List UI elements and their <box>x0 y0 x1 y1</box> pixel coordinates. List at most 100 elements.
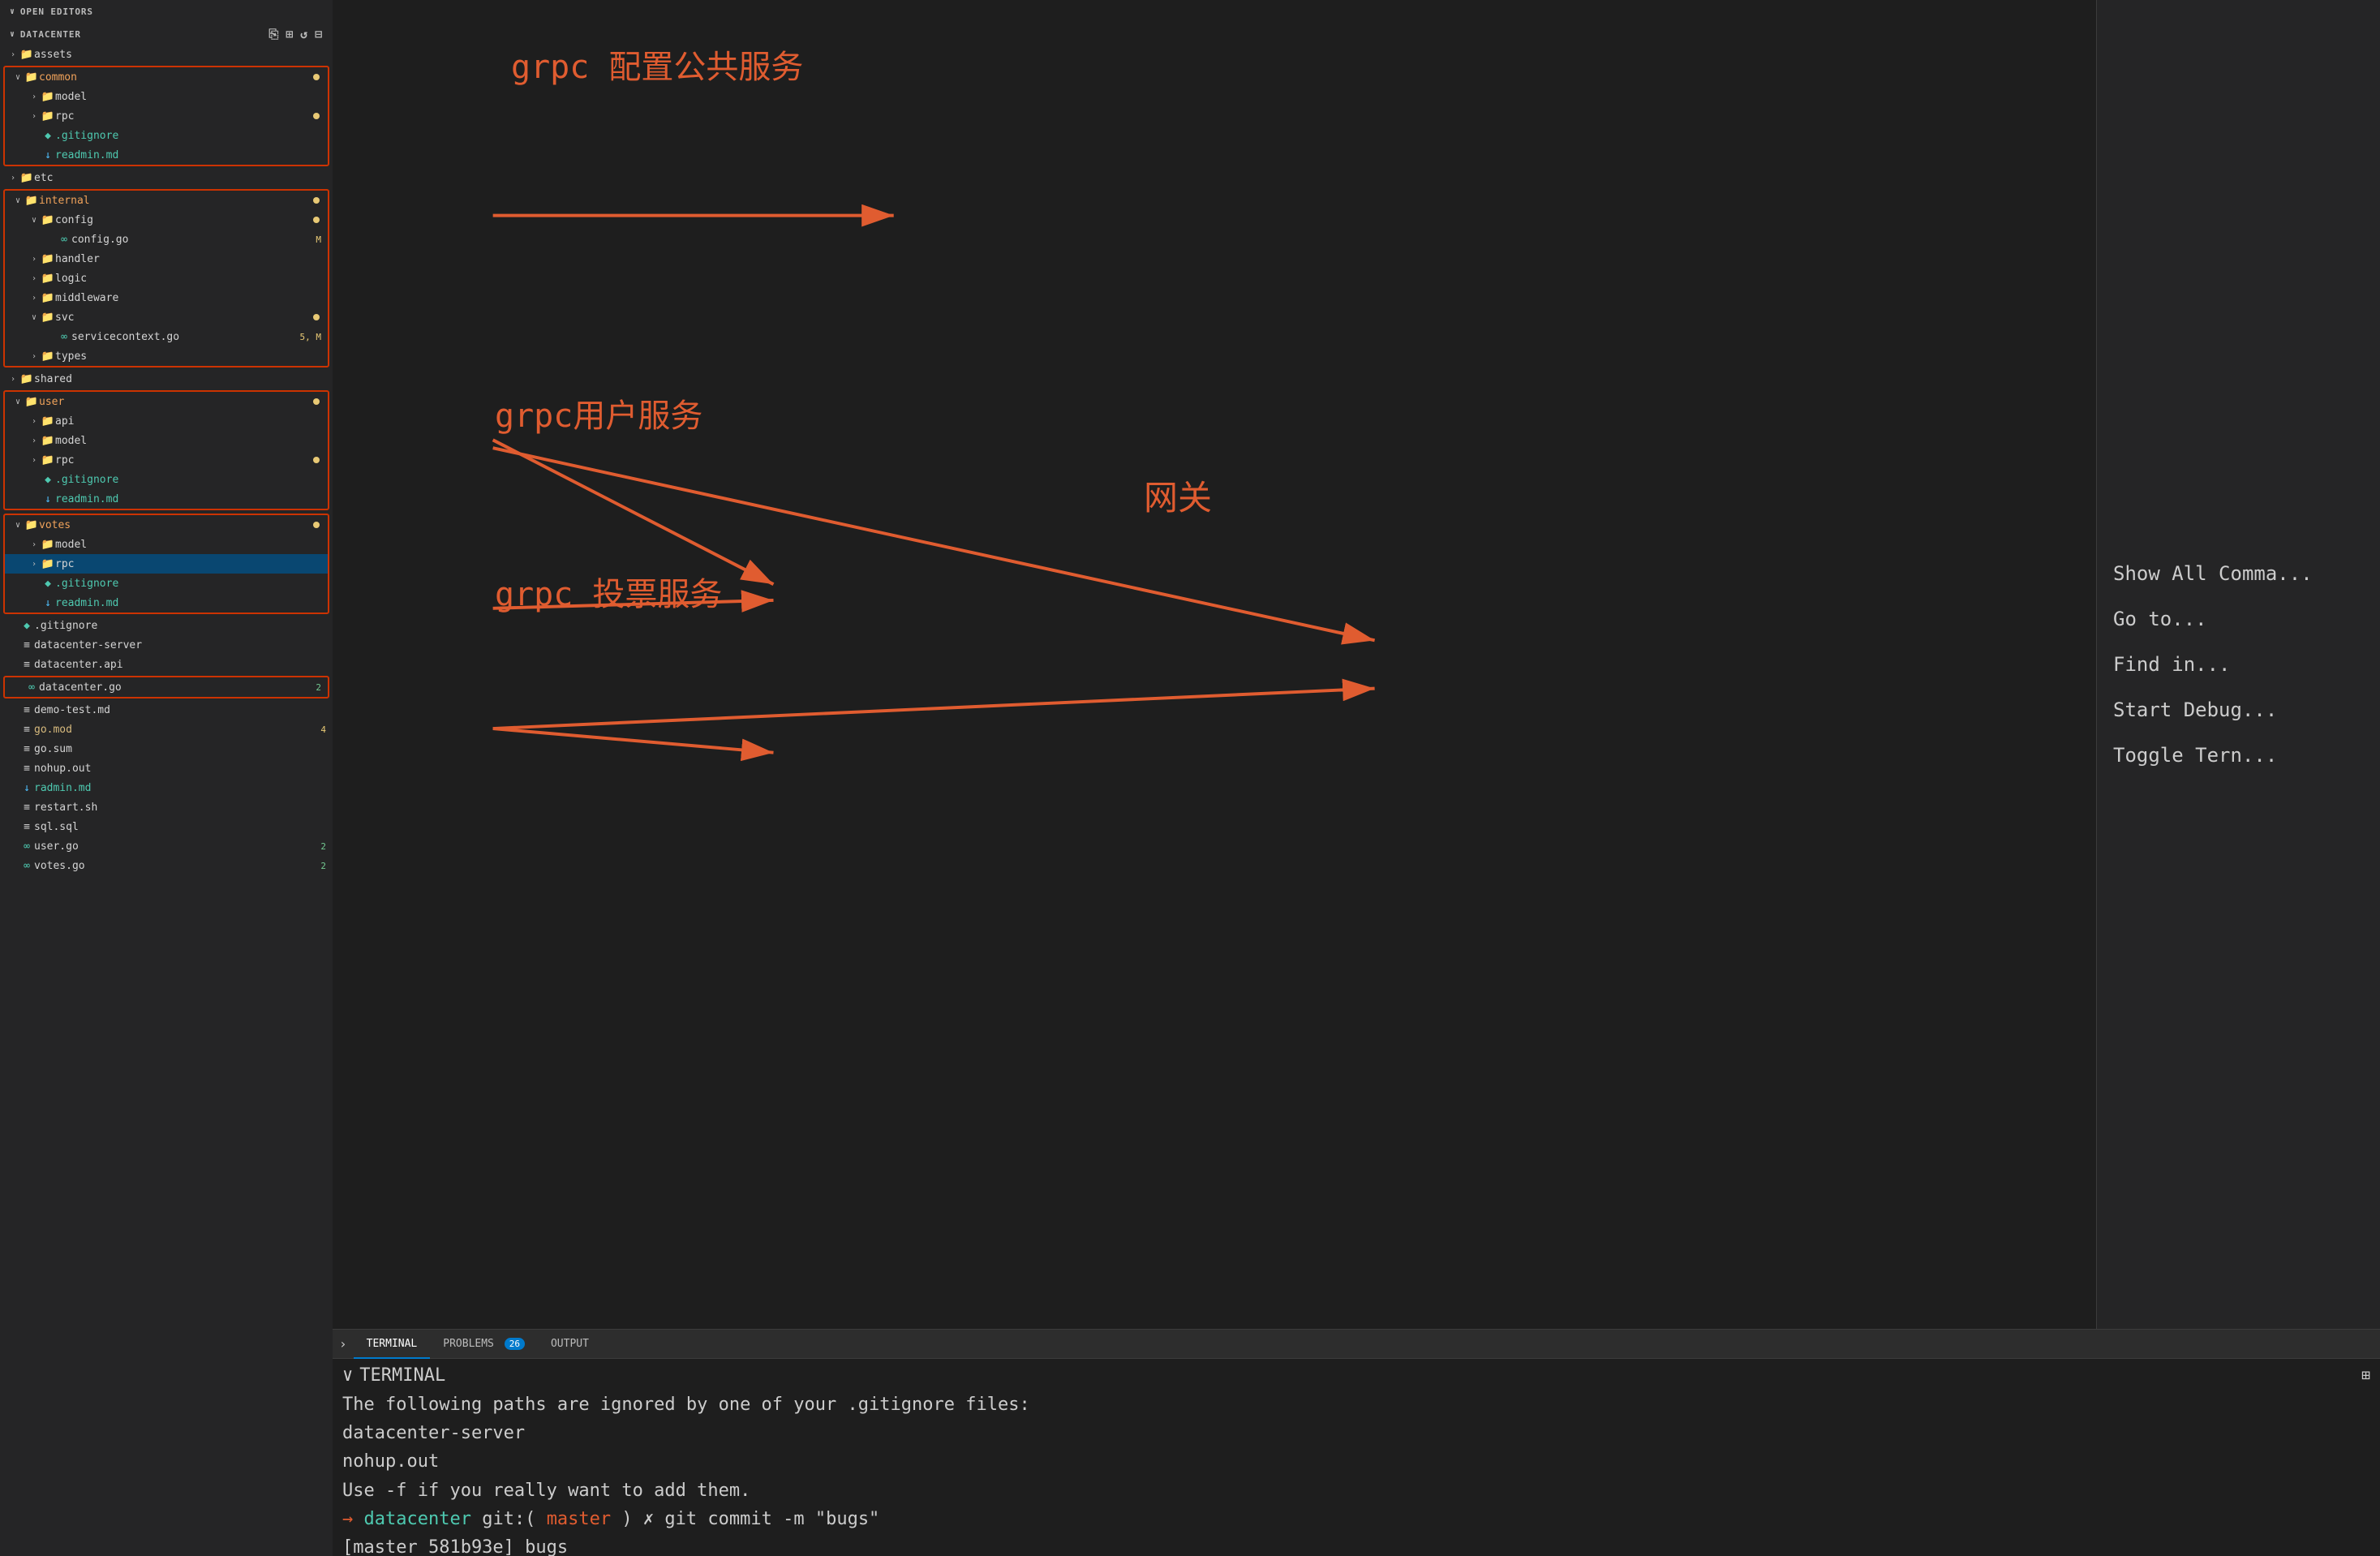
go-icon-user: ∞ <box>19 840 34 853</box>
open-editors-chevron: ∨ <box>10 7 15 16</box>
tree-item-readmin-user[interactable]: ↓ readmin.md <box>5 489 328 509</box>
chevron-votes: ∨ <box>11 521 24 530</box>
annotation-gateway: 网关 <box>1144 471 1212 520</box>
tree-item-datacenter-api[interactable]: ≡ datacenter.api <box>0 655 333 674</box>
readmin-icon-user: ↓ <box>41 493 55 505</box>
tree-item-middleware[interactable]: › 📁 middleware <box>5 288 328 307</box>
tree-item-config-go[interactable]: ∞ config.go M <box>5 230 328 249</box>
chevron-shared: › <box>6 375 19 384</box>
new-file-icon[interactable]: ⎘ <box>269 27 279 41</box>
tree-item-rpc-votes[interactable]: › 📁 rpc <box>5 554 328 574</box>
label-votes-go: votes.go <box>34 860 320 872</box>
tree-item-rpc[interactable]: › 📁 rpc <box>5 106 328 126</box>
dot-user <box>313 398 320 405</box>
sidebar: ∨ OPEN EDITORS ∨ DATACENTER ⎘ ⊞ ↺ ⊟ › 📁 … <box>0 0 333 1556</box>
tree-item-votes-go[interactable]: ∞ votes.go 2 <box>0 856 333 875</box>
chevron-rpc: › <box>28 112 41 121</box>
expand-terminal-icon[interactable]: › <box>339 1336 347 1352</box>
tree-item-api-user[interactable]: › 📁 api <box>5 411 328 431</box>
label-gitignore-votes: .gitignore <box>55 578 328 590</box>
new-folder-icon[interactable]: ⊞ <box>286 27 294 41</box>
right-menu-show-all[interactable]: Show All Comma... <box>2105 557 2372 590</box>
tree-item-go-mod[interactable]: ≡ go.mod 4 <box>0 720 333 739</box>
tree-item-common[interactable]: ∨ 📁 common <box>5 67 328 87</box>
tree-item-restart-sh[interactable]: ≡ restart.sh <box>0 797 333 817</box>
tree-item-readmin-votes[interactable]: ↓ readmin.md <box>5 593 328 613</box>
collapse-icon[interactable]: ⊟ <box>315 27 323 41</box>
right-menu-debug[interactable]: Start Debug... <box>2105 694 2372 726</box>
badge-go-mod: 4 <box>320 724 326 735</box>
chevron-config: ∨ <box>28 216 41 225</box>
tab-problems[interactable]: PROBLEMS 26 <box>430 1330 538 1359</box>
tree-item-config[interactable]: ∨ 📁 config <box>5 210 328 230</box>
tree-item-demo-test-md[interactable]: ≡ demo-test.md <box>0 700 333 720</box>
tree-item-radmin-md[interactable]: ↓ radmin.md <box>0 778 333 797</box>
datacenter-header[interactable]: ∨ DATACENTER ⎘ ⊞ ↺ ⊟ <box>0 20 333 45</box>
tree-item-votes[interactable]: ∨ 📁 votes <box>5 515 328 535</box>
tree-item-nohup[interactable]: ≡ nohup.out <box>0 759 333 778</box>
terminal-line-6: [master 581b93e] bugs <box>342 1533 2370 1556</box>
tree-item-sql-sql[interactable]: ≡ sql.sql <box>0 817 333 836</box>
label-model: model <box>55 91 328 103</box>
label-nohup: nohup.out <box>34 763 333 775</box>
label-datacenter-server: datacenter-server <box>34 639 333 651</box>
folder-icon-types: 📁 <box>41 350 55 363</box>
readmin-icon-votes: ↓ <box>41 597 55 609</box>
tree-item-handler[interactable]: › 📁 handler <box>5 249 328 269</box>
tree-item-gitignore-votes[interactable]: ◆ .gitignore <box>5 574 328 593</box>
refresh-icon[interactable]: ↺ <box>300 27 308 41</box>
tree-item-logic[interactable]: › 📁 logic <box>5 269 328 288</box>
label-readmin-user: readmin.md <box>55 493 328 505</box>
md-icon-radmin: ↓ <box>19 782 34 794</box>
terminal-datacenter: datacenter <box>364 1509 471 1529</box>
tree-item-gitignore-user[interactable]: ◆ .gitignore <box>5 470 328 489</box>
label-rpc: rpc <box>55 110 313 123</box>
tree-item-assets[interactable]: › 📁 assets <box>0 45 333 64</box>
annotation-grpc-user: grpc用户服务 <box>495 389 702 436</box>
bottom-tabs: › TERMINAL PROBLEMS 26 OUTPUT <box>333 1330 2380 1359</box>
folder-icon-logic: 📁 <box>41 273 55 285</box>
right-menu-goto[interactable]: Go to... <box>2105 603 2372 635</box>
tree-item-shared[interactable]: › 📁 shared <box>0 369 333 389</box>
tab-terminal[interactable]: TERMINAL <box>354 1330 431 1359</box>
tab-output[interactable]: OUTPUT <box>538 1330 602 1359</box>
chevron-api-user: › <box>28 417 41 426</box>
tree-item-model-user[interactable]: › 📁 model <box>5 431 328 450</box>
tree-item-types[interactable]: › 📁 types <box>5 346 328 366</box>
tree-item-datacenter-server[interactable]: ≡ datacenter-server <box>0 635 333 655</box>
dot-rpc-user <box>313 457 320 463</box>
tree-item-user[interactable]: ∨ 📁 user <box>5 392 328 411</box>
tree-item-readmin-common[interactable]: ↓ readmin.md <box>5 145 328 165</box>
folder-icon-handler: 📁 <box>41 253 55 265</box>
folder-icon-votes: 📁 <box>24 519 39 531</box>
chevron-model-user: › <box>28 436 41 445</box>
folder-icon-model-user: 📁 <box>41 435 55 447</box>
label-config: config <box>55 214 313 226</box>
open-editors-header[interactable]: ∨ OPEN EDITORS <box>0 0 333 20</box>
chevron-model: › <box>28 92 41 101</box>
tree-item-go-sum[interactable]: ≡ go.sum <box>0 739 333 759</box>
label-go-sum: go.sum <box>34 743 333 755</box>
tree-item-datacenter-go[interactable]: ∞ datacenter.go 2 <box>5 677 328 697</box>
go-icon-config: ∞ <box>57 234 71 246</box>
right-menu-toggle[interactable]: Toggle Tern... <box>2105 739 2372 772</box>
folder-icon-rpc: 📁 <box>41 110 55 123</box>
tree-item-etc[interactable]: › 📁 etc <box>0 168 333 187</box>
chevron-middleware: › <box>28 294 41 303</box>
label-demo-test: demo-test.md <box>34 704 333 716</box>
tree-item-svc[interactable]: ∨ 📁 svc <box>5 307 328 327</box>
label-datacenter-api: datacenter.api <box>34 659 333 671</box>
right-menu-find[interactable]: Find in... <box>2105 648 2372 681</box>
terminal-camera-icon[interactable]: ⊞ <box>2361 1367 2370 1384</box>
tree-item-servicecontext-go[interactable]: ∞ servicecontext.go 5, M <box>5 327 328 346</box>
chevron-etc: › <box>6 174 19 183</box>
tree-item-model[interactable]: › 📁 model <box>5 87 328 106</box>
tree-item-rpc-user[interactable]: › 📁 rpc <box>5 450 328 470</box>
tree-item-gitignore-common[interactable]: ◆ .gitignore <box>5 126 328 145</box>
chevron-assets: › <box>6 50 19 59</box>
right-panel: Show All Comma... Go to... Find in... St… <box>2096 0 2380 1329</box>
tree-item-internal[interactable]: ∨ 📁 internal <box>5 191 328 210</box>
tree-item-gitignore-root[interactable]: ◆ .gitignore <box>0 616 333 635</box>
tree-item-model-votes[interactable]: › 📁 model <box>5 535 328 554</box>
tree-item-user-go[interactable]: ∞ user.go 2 <box>0 836 333 856</box>
